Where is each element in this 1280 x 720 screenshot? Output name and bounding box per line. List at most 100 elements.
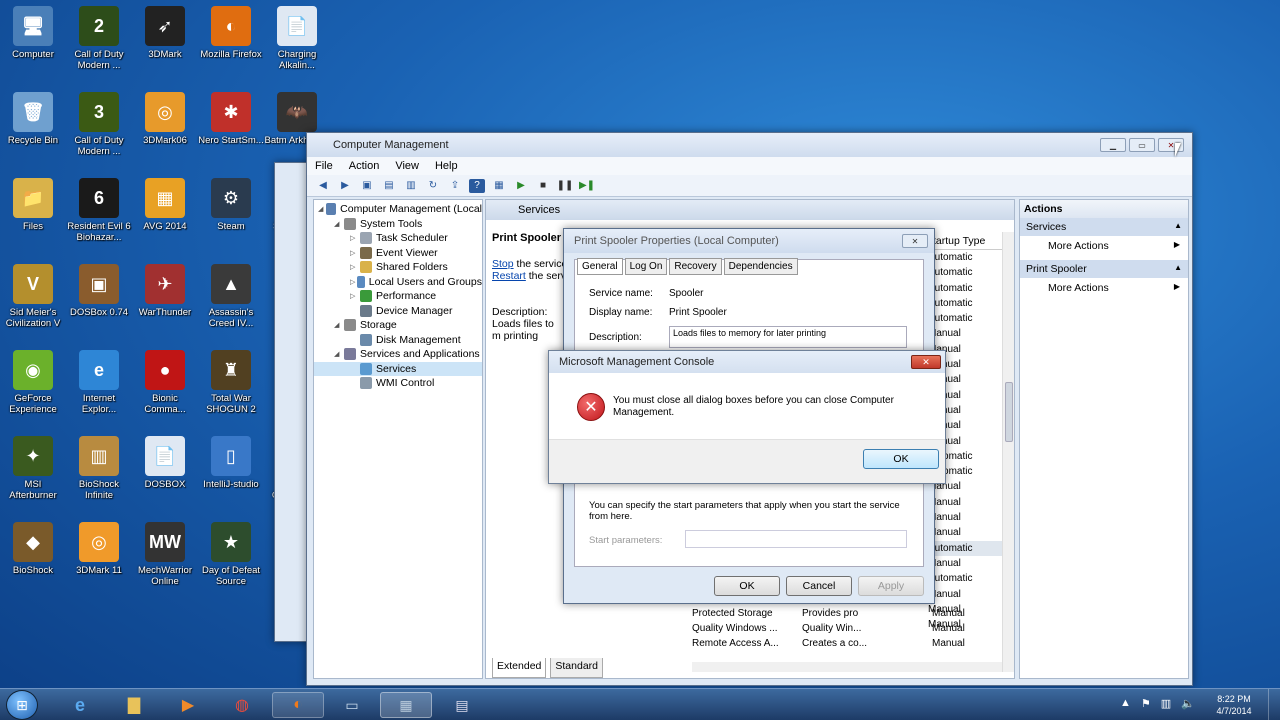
- desktop-icon[interactable]: 📄 DOSBOX: [132, 436, 198, 490]
- tree-item[interactable]: ◢ Services and Applications: [314, 347, 482, 362]
- expand-icon[interactable]: ▷: [350, 234, 360, 242]
- window-titlebar[interactable]: Computer Management ▁ ▭ ✕: [307, 133, 1192, 157]
- desktop-icon[interactable]: 🗑 Recycle Bin: [0, 92, 66, 146]
- restart-service-icon[interactable]: ▶❚: [579, 179, 595, 193]
- desktop-icon[interactable]: ◐ Mozilla Firefox: [198, 6, 264, 60]
- menu-file[interactable]: File: [315, 160, 333, 172]
- show-hide-tree-icon[interactable]: ▤: [381, 179, 397, 193]
- tree-item[interactable]: WMI Control: [314, 376, 482, 391]
- expand-icon[interactable]: ▷: [350, 278, 357, 286]
- mmc-close-button[interactable]: ✕: [911, 355, 941, 369]
- startup-type-header[interactable]: Startup Type: [926, 232, 1006, 250]
- network-icon[interactable]: ▥: [1161, 697, 1171, 710]
- mmc-ok-button[interactable]: OK: [863, 449, 939, 469]
- tree-item[interactable]: ▷ Shared Folders: [314, 260, 482, 275]
- expand-icon[interactable]: ◢: [334, 220, 344, 228]
- actions-header-print-spooler[interactable]: Print Spooler ▲: [1020, 260, 1188, 278]
- desktop-icon[interactable]: V Sid Meier's Civilization V: [0, 264, 66, 329]
- show-desktop-button[interactable]: [1268, 689, 1280, 720]
- volume-icon[interactable]: 🔈: [1181, 697, 1195, 710]
- expand-icon[interactable]: ◢: [334, 321, 344, 329]
- desktop-icon[interactable]: 6 Resident Evil 6 Biohazar...: [66, 178, 132, 243]
- tree-item[interactable]: ◢ Storage: [314, 318, 482, 333]
- desktop-icon[interactable]: 📄 Charging Alkalin...: [264, 6, 330, 71]
- expand-icon[interactable]: ▷: [350, 263, 360, 271]
- taskbar-media-player-icon[interactable]: ▶: [162, 692, 214, 718]
- desktop-icon[interactable]: ● Bionic Comma...: [132, 350, 198, 415]
- horizontal-scrollbar[interactable]: [692, 662, 1002, 672]
- desktop-icon[interactable]: ◎ 3DMark 11: [66, 522, 132, 576]
- tree-item[interactable]: Services: [314, 361, 482, 376]
- tab-log-on[interactable]: Log On: [624, 258, 668, 275]
- tab-general[interactable]: General: [577, 258, 623, 275]
- clock-date[interactable]: 4/7/2014: [1206, 705, 1262, 717]
- start-button[interactable]: ⊞: [6, 690, 38, 720]
- more-actions-print-spooler[interactable]: More Actions ▶: [1020, 278, 1188, 298]
- desktop-icon[interactable]: ➶ 3DMark: [132, 6, 198, 60]
- tab-standard[interactable]: Standard: [550, 658, 603, 678]
- expand-icon[interactable]: ◢: [334, 350, 344, 358]
- table-row[interactable]: Remote Access A... Creates a co... Manual: [692, 638, 1002, 653]
- properties-icon[interactable]: ▥: [403, 179, 419, 193]
- ok-button[interactable]: OK: [714, 576, 780, 596]
- description-field[interactable]: Loads files to memory for later printing: [669, 326, 907, 348]
- taskbar-ie-icon[interactable]: e: [54, 692, 106, 718]
- table-row[interactable]: Quality Windows ... Quality Win... Manual: [692, 623, 1002, 638]
- menu-action[interactable]: Action: [349, 160, 380, 172]
- desktop-icon[interactable]: 🖥 Computer: [0, 6, 66, 60]
- stop-service-link[interactable]: Stop: [492, 258, 514, 270]
- desktop-icon[interactable]: ▲ Assassin's Creed IV...: [198, 264, 264, 329]
- menu-view[interactable]: View: [395, 160, 419, 172]
- taskbar-firefox-icon[interactable]: ◐: [272, 692, 324, 718]
- start-service-icon[interactable]: ▶: [513, 179, 529, 193]
- menu-help[interactable]: Help: [435, 160, 458, 172]
- clock-time[interactable]: 8:22 PM: [1206, 693, 1262, 705]
- back-icon[interactable]: ◀: [315, 179, 331, 193]
- tree-item[interactable]: ◢ System Tools: [314, 217, 482, 232]
- pause-service-icon[interactable]: ❚❚: [557, 179, 574, 193]
- taskbar-explorer-icon[interactable]: ▇: [108, 692, 160, 718]
- dialog-close-button[interactable]: ✕: [902, 234, 928, 248]
- desktop-icon[interactable]: ⚙ Steam: [198, 178, 264, 232]
- view-icon[interactable]: ▦: [491, 179, 507, 193]
- desktop-icon[interactable]: ◉ GeForce Experience: [0, 350, 66, 415]
- expand-icon[interactable]: ▷: [350, 292, 360, 300]
- tab-extended[interactable]: Extended: [492, 658, 547, 678]
- apply-button[interactable]: Apply: [858, 576, 924, 596]
- tree-item[interactable]: Device Manager: [314, 304, 482, 319]
- desktop-icon[interactable]: ◎ 3DMark06: [132, 92, 198, 146]
- vertical-scrollbar[interactable]: [1002, 232, 1014, 672]
- taskbar-app-icon[interactable]: ▭: [326, 692, 378, 718]
- more-actions-services[interactable]: More Actions ▶: [1020, 236, 1188, 256]
- desktop-icon[interactable]: ★ Day of Defeat Source: [198, 522, 264, 587]
- up-folder-icon[interactable]: ▣: [359, 179, 375, 193]
- stop-service-icon[interactable]: ■: [535, 179, 551, 193]
- desktop-icon[interactable]: ♜ Total War SHOGUN 2: [198, 350, 264, 415]
- show-hidden-icons-icon[interactable]: ▲: [1120, 697, 1131, 710]
- forward-icon[interactable]: ▶: [337, 179, 353, 193]
- desktop-icon[interactable]: ▦ AVG 2014: [132, 178, 198, 232]
- dialog-titlebar[interactable]: Print Spooler Properties (Local Computer…: [564, 229, 934, 253]
- tab-dependencies[interactable]: Dependencies: [723, 258, 798, 275]
- tree-item[interactable]: ▷ Task Scheduler: [314, 231, 482, 246]
- desktop-icon[interactable]: 2 Call of Duty Modern ...: [66, 6, 132, 71]
- maximize-button[interactable]: ▭: [1129, 138, 1155, 152]
- taskbar-printer-icon[interactable]: ▤: [436, 692, 488, 718]
- desktop-icon[interactable]: MW MechWarrior Online: [132, 522, 198, 587]
- desktop-icon[interactable]: ▣ DOSBox 0.74: [66, 264, 132, 318]
- desktop-icon[interactable]: ✦ MSI Afterburner: [0, 436, 66, 501]
- start-parameters-input[interactable]: [685, 530, 907, 548]
- tree-item[interactable]: Disk Management: [314, 333, 482, 348]
- tree-item[interactable]: ▷ Local Users and Groups: [314, 275, 482, 290]
- taskbar-computer-management-icon[interactable]: ▦: [380, 692, 432, 718]
- taskbar-chrome-icon[interactable]: ◍: [216, 692, 268, 718]
- tree-item[interactable]: ▷ Event Viewer: [314, 246, 482, 261]
- refresh-icon[interactable]: ↻: [425, 179, 441, 193]
- expand-icon[interactable]: ◢: [318, 205, 326, 213]
- desktop-icon[interactable]: 📁 Files: [0, 178, 66, 232]
- minimize-button[interactable]: ▁: [1100, 138, 1126, 152]
- desktop-icon[interactable]: ▯ IntelliJ-studio: [198, 436, 264, 490]
- cancel-button[interactable]: Cancel: [786, 576, 852, 596]
- action-center-icon[interactable]: ⚑: [1141, 697, 1151, 710]
- actions-header-services[interactable]: Services ▲: [1020, 218, 1188, 236]
